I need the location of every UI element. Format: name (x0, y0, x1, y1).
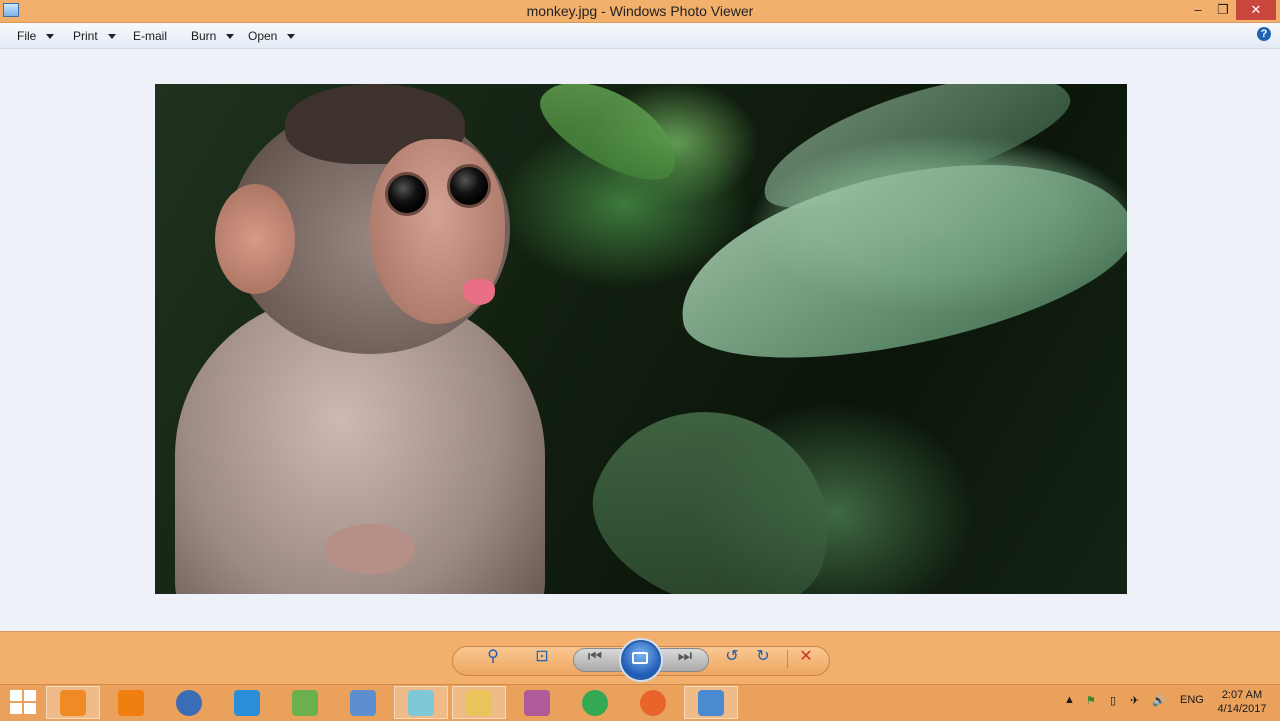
menu-bar: File Print E-mail Burn Open (0, 23, 1280, 49)
action-center-icon[interactable]: ⚑ (1086, 694, 1096, 707)
chevron-down-icon (46, 34, 55, 40)
windows-logo-pane (10, 703, 22, 714)
clock-time: 2:07 AM (1221, 689, 1263, 701)
taskbar-item-screenshot-tool[interactable] (220, 686, 274, 719)
clock-date: 4/14/2017 (1217, 703, 1267, 715)
menu-print-label: Print (73, 29, 98, 43)
volume-icon[interactable]: 🔊 (1152, 694, 1166, 707)
airplane-mode-icon[interactable]: ✈ (1130, 694, 1139, 707)
menu-open-label: Open (248, 29, 278, 43)
help-icon[interactable]: ? (1257, 27, 1271, 41)
delete-icon[interactable]: ✕ (794, 645, 818, 669)
leaf-shape (569, 378, 861, 594)
monkey-tongue (463, 279, 495, 305)
restore-button[interactable]: ❐ (1210, 0, 1236, 20)
media-center-icon (176, 689, 202, 716)
monkey-photo (155, 84, 1127, 594)
next-image-icon[interactable]: ⏭ (672, 645, 698, 669)
close-window-button[interactable]: ✕ (1236, 0, 1276, 20)
leaf-shape (527, 84, 693, 197)
photo-viewer-icon (698, 689, 724, 716)
windows-media-player-icon (60, 689, 86, 716)
battery-icon[interactable]: ▯ (1110, 694, 1116, 707)
notes-icon (408, 689, 434, 716)
windows-logo-pane (24, 690, 36, 701)
taskbar-item-android-studio[interactable] (278, 686, 332, 719)
android-studio-icon (292, 689, 318, 716)
monkey-eye (447, 164, 491, 208)
taskbar-item-windows-media-player[interactable] (46, 686, 100, 719)
menu-burn[interactable]: Burn (191, 29, 235, 43)
taskbar-item-virtualbox-cube[interactable] (336, 686, 390, 719)
zoom-icon[interactable]: ⚲ (478, 645, 508, 669)
screenshot-tool-icon (234, 689, 260, 716)
taskbar-item-firefox[interactable] (626, 686, 680, 719)
system-clock[interactable]: 2:07 AM 4/14/2017 (1212, 688, 1272, 716)
slideshow-button[interactable] (621, 640, 661, 680)
taskbar-item-vlc[interactable] (104, 686, 158, 719)
menu-print[interactable]: Print (73, 29, 116, 43)
chevron-down-icon (226, 34, 235, 40)
previous-image-icon[interactable]: ⏮ (582, 645, 608, 669)
show-hidden-icons-icon[interactable]: ▲ (1064, 694, 1075, 706)
taskbar-item-media-center[interactable] (162, 686, 216, 719)
image-viewer-area[interactable] (0, 49, 1280, 631)
actual-size-icon[interactable]: ⊡ (530, 645, 554, 669)
file-explorer-icon (466, 689, 492, 716)
taskbar-item-photo-viewer[interactable] (684, 686, 738, 719)
menu-file[interactable]: File (17, 29, 55, 43)
rotate-counterclockwise-icon[interactable]: ↺ (720, 645, 744, 669)
rotate-clockwise-icon[interactable]: ↻ (751, 645, 775, 669)
paint-icon (524, 689, 550, 716)
vlc-icon (118, 689, 144, 716)
chevron-down-icon (287, 34, 296, 40)
windows-logo-pane (10, 690, 22, 701)
chrome-icon (582, 689, 608, 716)
language-indicator[interactable]: ENG (1180, 694, 1204, 706)
menu-email-label: E-mail (133, 29, 168, 43)
chevron-down-icon (107, 34, 116, 40)
menu-open[interactable]: Open (248, 29, 296, 43)
control-divider (787, 650, 788, 668)
monkey-ear (215, 184, 295, 294)
window-title: monkey.jpg - Windows Photo Viewer (526, 3, 754, 19)
windows-logo-pane (24, 703, 36, 714)
title-bar[interactable]: monkey.jpg - Windows Photo Viewer (0, 0, 1280, 23)
menu-file-label: File (17, 29, 37, 43)
taskbar-item-notes[interactable] (394, 686, 448, 719)
monkey-eye (385, 172, 429, 216)
menu-burn-label: Burn (191, 29, 217, 43)
windows-start-button[interactable] (10, 690, 36, 714)
monkey-hand (325, 524, 415, 574)
taskbar-item-chrome[interactable] (568, 686, 622, 719)
firefox-icon (640, 689, 666, 716)
taskbar-item-paint[interactable] (510, 686, 564, 719)
menu-email[interactable]: E-mail (133, 29, 167, 43)
virtualbox-cube-icon (350, 689, 376, 716)
slideshow-screen-icon (632, 652, 648, 664)
taskbar-item-file-explorer[interactable] (452, 686, 506, 719)
minimize-button[interactable]: – (1185, 0, 1211, 20)
